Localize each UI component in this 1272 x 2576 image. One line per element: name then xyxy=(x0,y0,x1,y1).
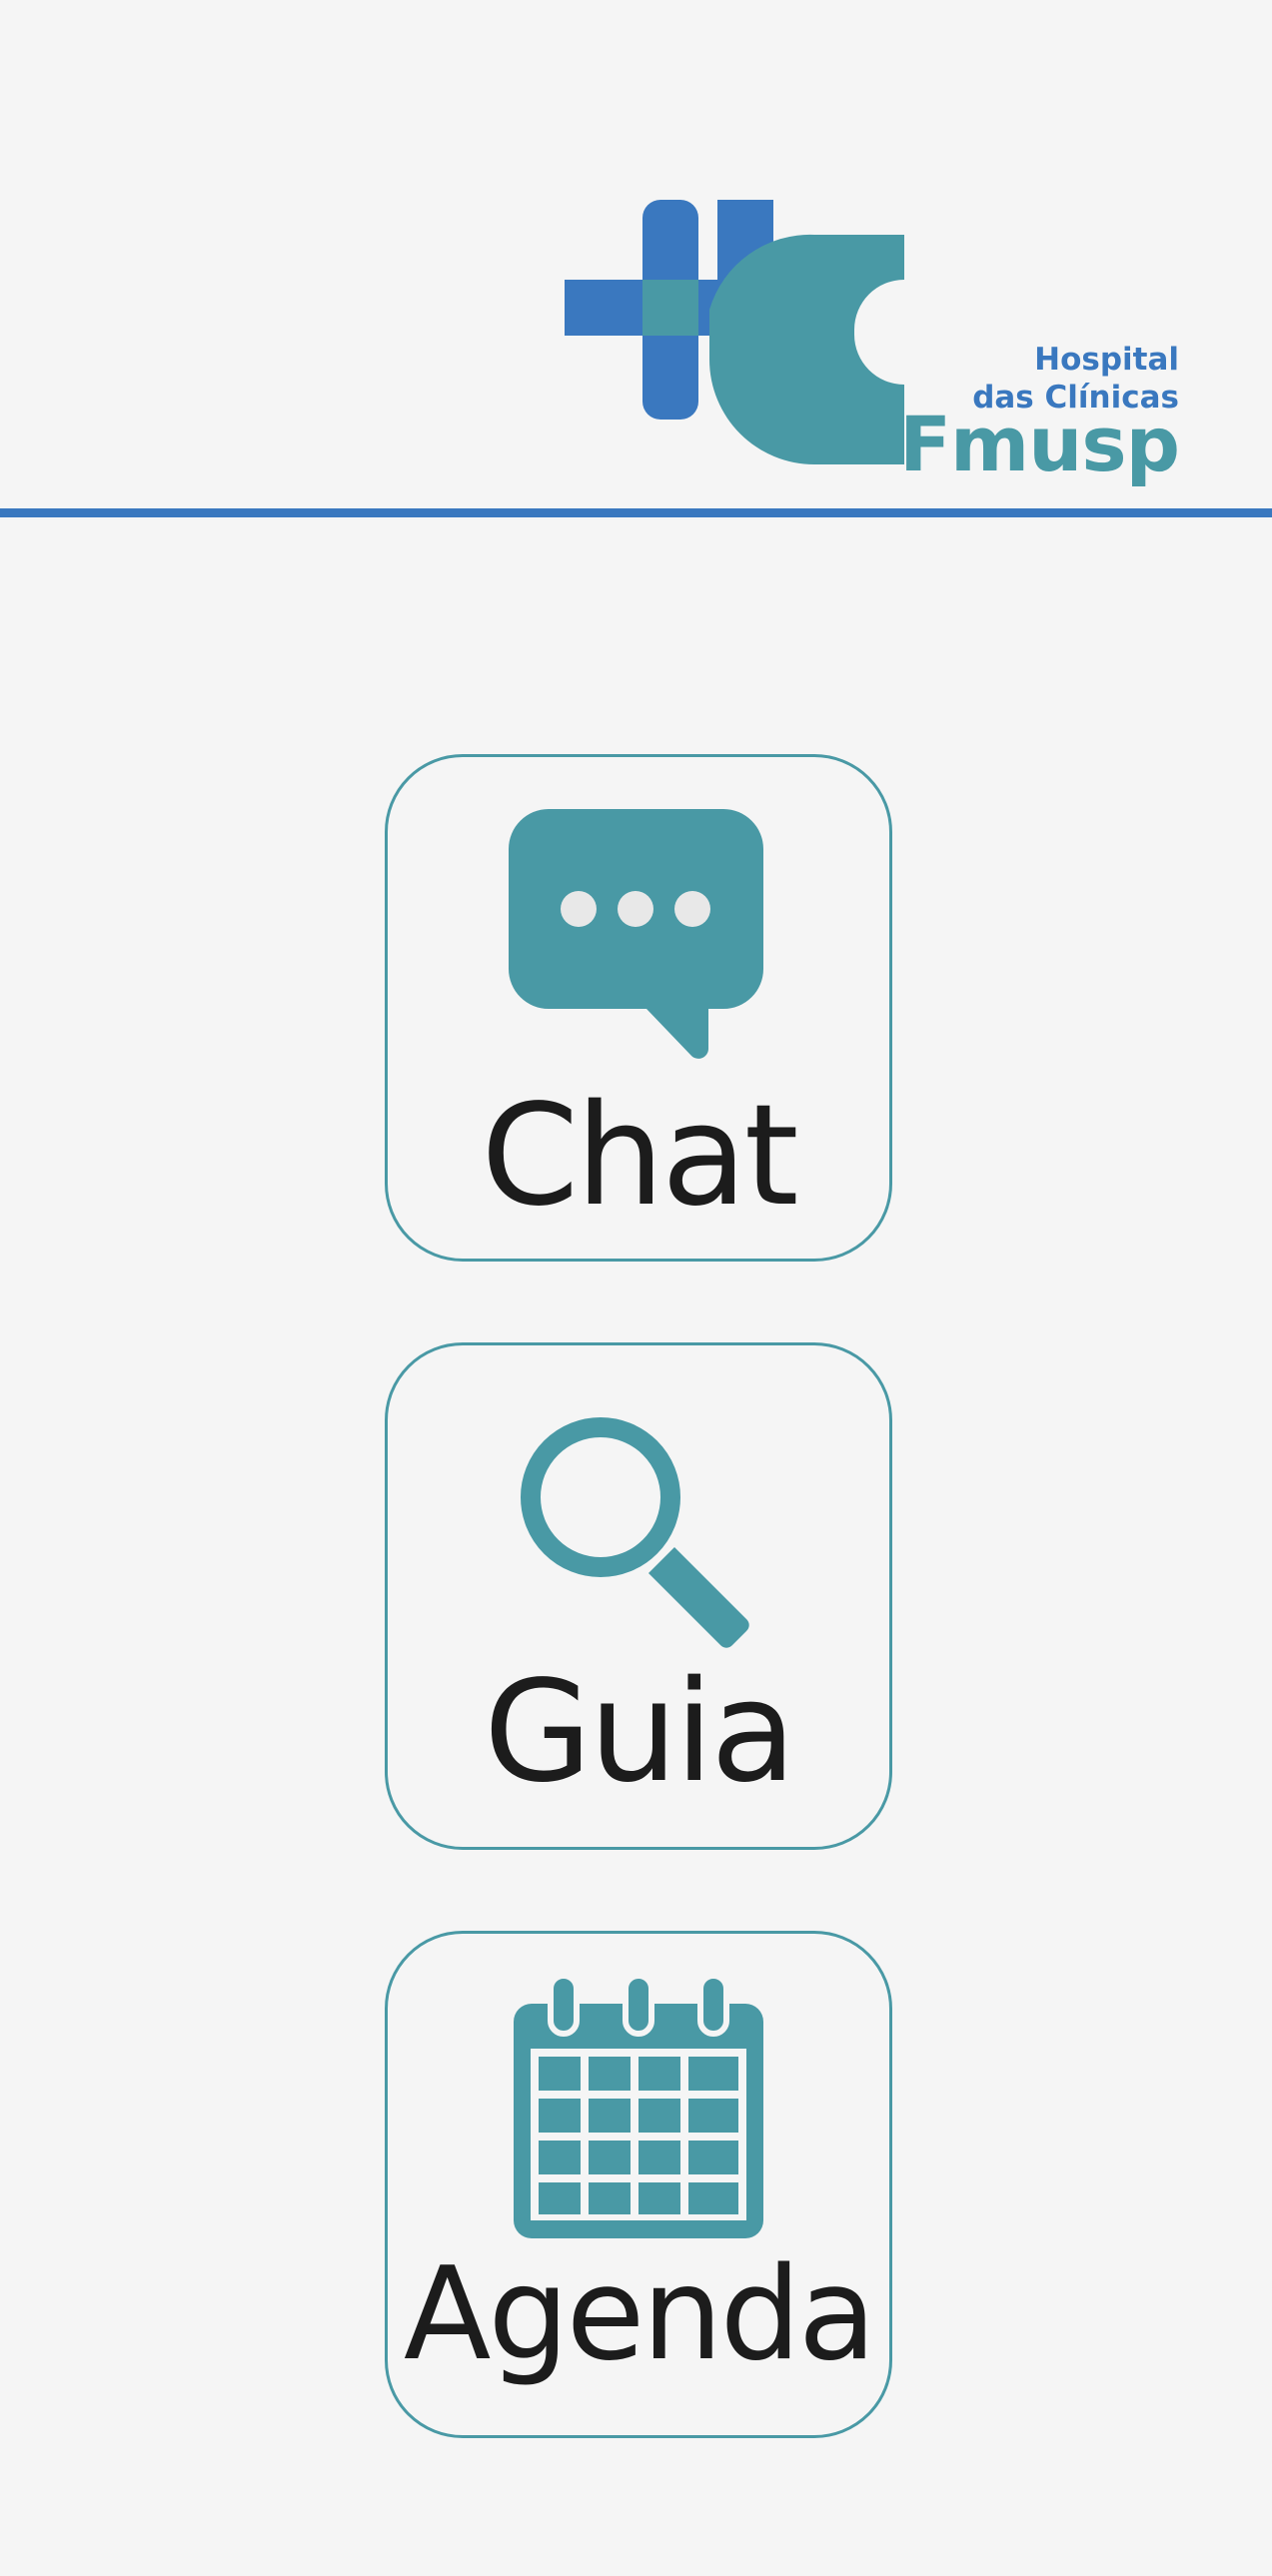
chat-button[interactable]: Chat xyxy=(385,754,892,1262)
search-icon xyxy=(388,1415,889,1655)
logo-text-fmusp: Fmusp xyxy=(899,400,1180,488)
calendar-icon xyxy=(388,1974,889,2243)
agenda-label: Agenda xyxy=(403,2240,876,2389)
guia-label: Guia xyxy=(484,1651,796,1814)
chat-label: Chat xyxy=(481,1075,798,1238)
guia-button[interactable]: Guia xyxy=(385,1342,892,1850)
app-screen: Hospital das Clínicas Fmusp Chat Guia Ag… xyxy=(0,0,1272,2576)
header-divider xyxy=(0,508,1272,517)
chat-bubble-icon xyxy=(388,809,889,1069)
hospital-logo: Hospital das Clínicas Fmusp xyxy=(560,190,1180,489)
logo-text-hospital: Hospital xyxy=(1034,342,1179,378)
header: Hospital das Clínicas Fmusp xyxy=(0,0,1272,517)
agenda-button[interactable]: Agenda xyxy=(385,1931,892,2438)
